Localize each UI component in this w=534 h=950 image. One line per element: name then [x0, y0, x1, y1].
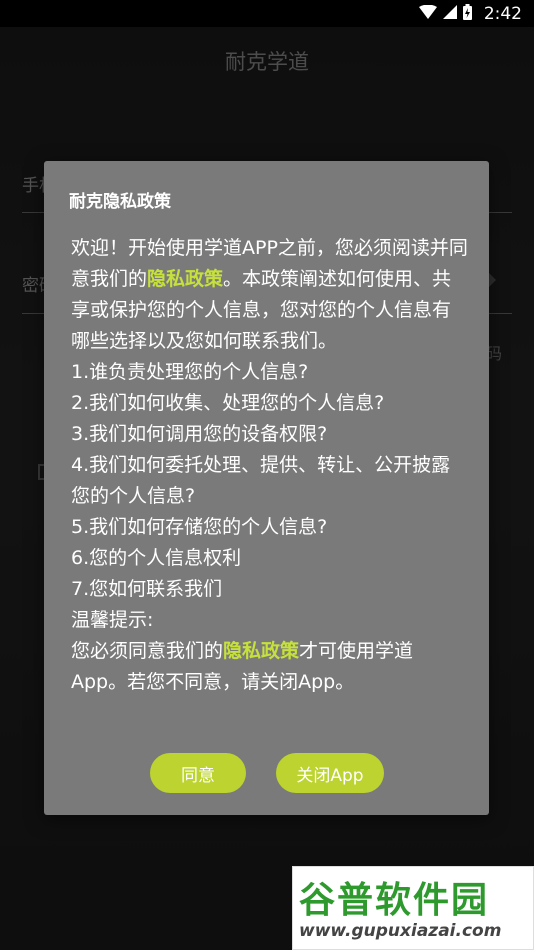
list-item: 4.我们如何委托处理、提供、转让、公开披露您的个人信息? [71, 454, 451, 507]
list-item: 6.您的个人信息权利 [71, 547, 242, 569]
privacy-policy-link[interactable]: 隐私政策 [147, 268, 223, 290]
close-app-button[interactable]: 关闭App [276, 753, 384, 793]
intro-paragraph: 欢迎！开始使用学道APP之前，您必须阅读并同意我们的隐私政策。本政策阐述如何使用… [71, 233, 469, 357]
list-item: 1.谁负责处理您的个人信息? [71, 361, 309, 383]
privacy-policy-link[interactable]: 隐私政策 [223, 640, 299, 662]
signal-icon [442, 4, 457, 23]
dialog-title: 耐克隐私政策 [69, 192, 171, 212]
tip-paragraph: 您必须同意我们的隐私政策才可使用学道App。若您不同意，请关闭App。 [71, 636, 469, 698]
status-time: 2:42 [483, 3, 522, 24]
dialog-body: 欢迎！开始使用学道APP之前，您必须阅读并同意我们的隐私政策。本政策阐述如何使用… [71, 233, 469, 698]
list-item: 2.我们如何收集、处理您的个人信息? [71, 392, 385, 414]
list-item: 3.我们如何调用您的设备权限? [71, 423, 328, 445]
status-bar: 2:42 [0, 0, 534, 27]
privacy-dialog: 耐克隐私政策 欢迎！开始使用学道APP之前，您必须阅读并同意我们的隐私政策。本政… [44, 161, 489, 815]
watermark-url: www.gupuxiazai.com [299, 921, 502, 941]
agree-button[interactable]: 同意 [150, 753, 246, 793]
list-item: 7.您如何联系我们 [71, 578, 223, 600]
watermark-logo: 谷普软件园 [299, 880, 490, 921]
list-item: 5.我们如何存储您的个人信息? [71, 516, 328, 538]
tip-title: 温馨提示: [71, 609, 154, 631]
battery-charging-icon [462, 3, 472, 24]
watermark: 谷普软件园 www.gupuxiazai.com [292, 866, 534, 950]
wifi-icon [418, 4, 437, 23]
tip-text-1: 您必须同意我们的 [71, 640, 224, 662]
